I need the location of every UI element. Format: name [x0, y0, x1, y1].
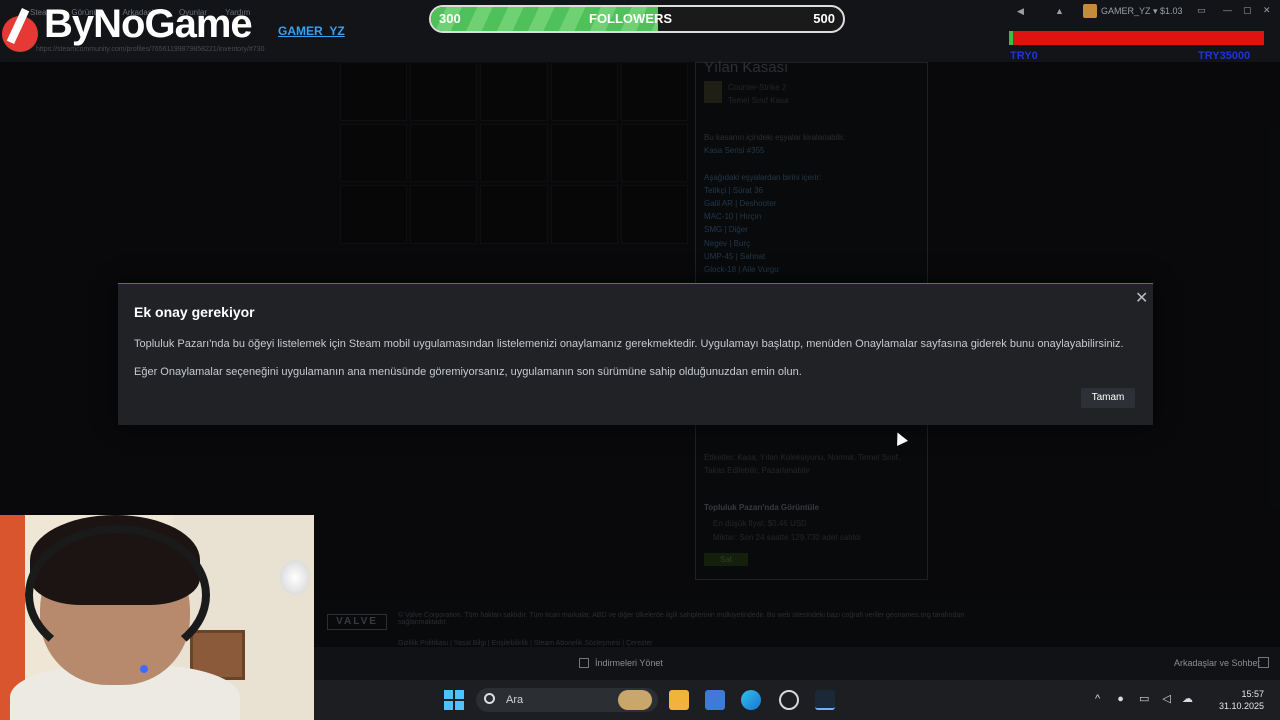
window-close-icon[interactable]: ✕ [1263, 5, 1271, 16]
headset-icon [25, 525, 210, 665]
bynogame-logo-text: ByNoGame [44, 2, 253, 46]
donation-goal-fill [1009, 31, 1013, 45]
microphone-icon[interactable]: ● [1117, 693, 1124, 705]
account-menu[interactable]: GAMER_YZ ▾ $1.03 [1101, 6, 1183, 17]
donation-goal-start: TRY0 [1010, 50, 1038, 62]
followers-goal: 500 [813, 11, 835, 26]
chevron-up-icon[interactable]: ^ [1095, 693, 1100, 705]
close-icon[interactable]: ✕ [1135, 288, 1148, 308]
search-highlight-icon [618, 690, 652, 710]
steam-window-controls: ◀ ▲ GAMER_YZ ▾ $1.03 ▭ — ▢ ✕ [1005, 3, 1280, 21]
notification-icon[interactable]: ▲ [1055, 6, 1064, 16]
donation-goal-end: TRY35000 [1198, 50, 1251, 62]
obs-icon[interactable] [779, 690, 799, 710]
store-icon[interactable] [705, 690, 725, 710]
network-icon[interactable]: ▭ [1139, 693, 1149, 705]
taskbar-clock[interactable]: 15:57 31.10.2025 [1216, 688, 1264, 712]
confirmation-dialog: Ek onay gerekiyor ✕ Topluluk Pazarı'nda … [118, 283, 1153, 425]
maximize-icon[interactable]: ▢ [1243, 5, 1252, 16]
followers-label: FOLLOWERS [589, 11, 673, 26]
windows-start-icon[interactable] [444, 690, 464, 710]
volume-icon[interactable]: ◁ [1162, 693, 1170, 705]
broadcast-icon[interactable]: ◀ [1017, 6, 1024, 17]
clock-time: 15:57 [1241, 689, 1264, 699]
followers-current: 300 [439, 11, 461, 26]
search-placeholder: Ara [506, 694, 524, 706]
webcam-overlay [0, 515, 314, 720]
ok-button[interactable]: Tamam [1081, 388, 1135, 408]
taskbar-search[interactable]: Ara [476, 688, 658, 712]
bynogame-logo-icon [2, 7, 38, 52]
username-link[interactable]: GAMER_YZ [278, 24, 345, 38]
search-icon [484, 693, 495, 704]
dialog-message-secondary: Eğer Onaylamalar seçeneğini uygulamanın … [134, 366, 802, 378]
system-tray: ^ ● ▭ ◁ ☁ [1095, 692, 1193, 705]
donation-goal-bar [1009, 31, 1264, 45]
steam-taskbar-icon[interactable] [815, 690, 835, 710]
dialog-title: Ek onay gerekiyor [134, 304, 255, 320]
edge-icon[interactable] [741, 690, 761, 710]
clock-date: 31.10.2025 [1218, 701, 1264, 711]
ceiling-lamp [280, 560, 310, 595]
followers-progress-bar: 300 FOLLOWERS 500 [429, 5, 845, 33]
dialog-message-primary: Topluluk Pazarı'nda bu öğeyi listelemek … [134, 338, 1124, 350]
big-picture-icon[interactable]: ▭ [1197, 5, 1206, 16]
file-explorer-icon[interactable] [669, 690, 689, 710]
weather-icon[interactable]: ☁ [1182, 693, 1193, 705]
microphone-led [140, 665, 148, 673]
minimize-icon[interactable]: — [1223, 5, 1232, 15]
avatar[interactable] [1083, 4, 1097, 18]
